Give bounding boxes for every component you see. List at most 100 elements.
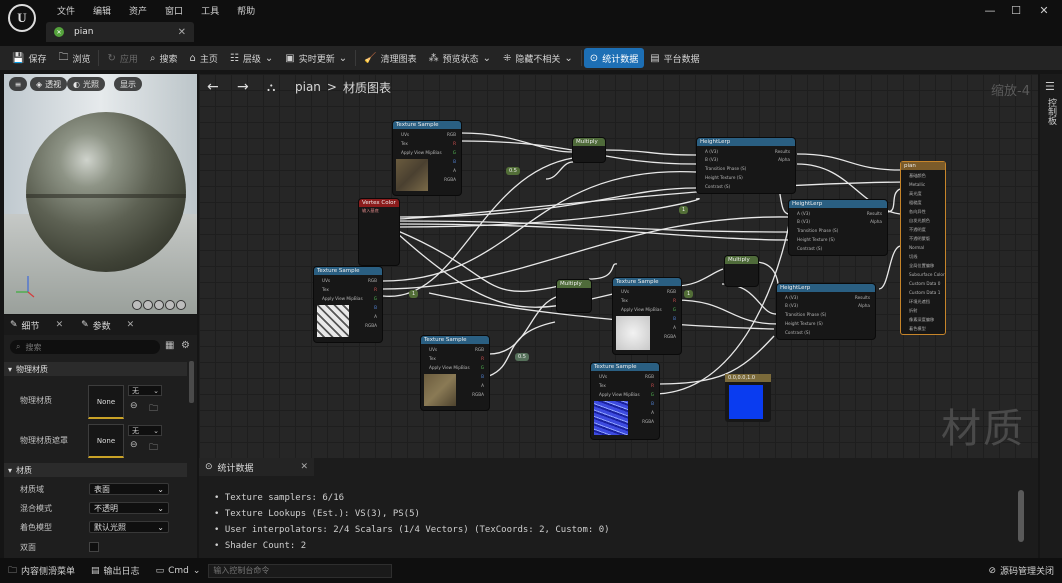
phys-mat-thumbnail[interactable]: None <box>88 385 124 419</box>
document-tab[interactable]: ✕ pian ✕ <box>46 22 194 42</box>
pin-g[interactable]: G <box>374 296 377 301</box>
pin-rgb[interactable]: RGB <box>368 278 377 283</box>
result-pin[interactable]: 着色模型 <box>909 326 926 332</box>
pin-uvs[interactable]: UVs <box>401 132 409 137</box>
browse-asset-icon[interactable]: 🗀 <box>149 401 158 417</box>
pin-uvs[interactable]: UVs <box>429 347 437 352</box>
pin-uvs[interactable]: UVs <box>599 374 607 379</box>
material-domain-select[interactable]: 表面 ⌄ <box>89 483 169 495</box>
table-view-icon[interactable]: ▦ <box>165 340 177 352</box>
color-constant-node[interactable]: 0.0,0.0,1.0 <box>725 374 771 422</box>
close-params-icon[interactable]: ✕ <box>127 320 135 330</box>
section-physical-material[interactable]: ▾ 物理材质 <box>4 362 187 376</box>
lit-button[interactable]: ◐ 光照 <box>67 77 105 91</box>
pin-b[interactable]: B <box>481 374 484 379</box>
browse-asset-icon[interactable]: 🗀 <box>149 440 158 456</box>
texture-sample-node[interactable]: Texture Sample UVs Tex Apply View MipBia… <box>314 267 382 342</box>
maximize-icon[interactable]: ☐ <box>1006 4 1026 20</box>
pin-height[interactable]: Height Texture (S) <box>797 237 835 242</box>
pin-apply-mip[interactable]: Apply View MipBias <box>322 296 363 301</box>
pin-g[interactable]: G <box>481 365 484 370</box>
menu-asset[interactable]: 资产 <box>120 3 156 18</box>
clean-graph-button[interactable]: 🧹 清理图表 <box>358 48 422 68</box>
pin-transition[interactable]: Transition Phase (S) <box>785 312 826 317</box>
console-command-input[interactable] <box>208 563 393 578</box>
result-pin[interactable]: Custom Data 1 <box>909 290 940 295</box>
multiply-node[interactable]: Multiply <box>725 256 758 286</box>
pin-contrast[interactable]: Contrast (S) <box>797 246 822 251</box>
pin-alpha[interactable]: Alpha <box>858 303 870 308</box>
result-pin[interactable]: 基础颜色 <box>909 173 926 179</box>
section-material[interactable]: ▾ 材质 <box>4 463 187 477</box>
home-button[interactable]: ⌂ 主页 <box>184 48 224 68</box>
result-pin[interactable]: Custom Data 0 <box>909 281 940 286</box>
use-selected-icon[interactable]: ⊖ <box>130 401 138 411</box>
pin-g[interactable]: G <box>673 307 676 312</box>
pin-results[interactable]: Results <box>775 149 790 154</box>
plane-icon[interactable] <box>154 300 164 310</box>
pin-b[interactable]: B <box>453 159 456 164</box>
show-button[interactable]: 显示 <box>114 77 142 91</box>
pin-a[interactable]: A (V3) <box>797 211 810 216</box>
pin-b[interactable]: B (V3) <box>785 303 798 308</box>
pin-rgba[interactable]: RGBA <box>444 177 456 182</box>
close-tab-icon[interactable]: ✕ <box>178 27 186 38</box>
material-graph-canvas[interactable]: ← → ⛬ pian > 材质图表 缩放-4 材质 Texture Sample… <box>199 74 1038 458</box>
details-search[interactable]: ⌕ <box>10 340 160 354</box>
output-log-button[interactable]: ▤ 输出日志 <box>83 564 148 578</box>
pin-b[interactable]: B <box>673 316 676 321</box>
multiply-node[interactable]: Multiply <box>573 138 605 162</box>
pin-uvs[interactable]: UVs <box>322 278 330 283</box>
pin-g[interactable]: G <box>453 150 456 155</box>
content-drawer-button[interactable]: 🗀 内容侧滑菜单 <box>0 563 83 579</box>
hierarchy-button[interactable]: ☷ 层级 ⌄ <box>224 48 279 68</box>
cylinder-icon[interactable] <box>132 300 142 310</box>
perspective-button[interactable]: ◈ 透视 <box>30 77 68 91</box>
menu-tools[interactable]: 工具 <box>192 3 228 18</box>
pin-r[interactable]: R <box>374 287 377 292</box>
pin-uvs[interactable]: UVs <box>621 289 629 294</box>
pin-rgba[interactable]: RGBA <box>664 334 676 339</box>
texture-sample-node[interactable]: Texture Sample UVs Tex Apply View MipBia… <box>613 278 681 354</box>
pin-alpha[interactable]: Alpha <box>778 157 790 162</box>
phys-mask-thumbnail[interactable]: None <box>88 424 124 458</box>
pin-a[interactable]: A <box>673 325 676 330</box>
pin-tex[interactable]: Tex <box>401 141 408 146</box>
mesh-icon[interactable] <box>176 300 186 310</box>
pin-alpha[interactable]: Alpha <box>870 219 882 224</box>
pin-rgba[interactable]: RGBA <box>642 419 654 424</box>
pin-transition[interactable]: Transition Phase (S) <box>705 166 746 171</box>
pin-tex[interactable]: Tex <box>599 383 606 388</box>
texture-sample-node[interactable]: Texture Sample UVs Tex Apply View MipBia… <box>421 336 489 410</box>
pin-r[interactable]: R <box>453 141 456 146</box>
settings-gear-icon[interactable]: ⚙ <box>181 340 193 352</box>
pin-b[interactable]: B <box>651 401 654 406</box>
pin-contrast[interactable]: Contrast (S) <box>705 184 730 189</box>
pin-tex[interactable]: Tex <box>621 298 628 303</box>
height-lerp-node[interactable]: HeightLerp A (V3) B (V3) Transition Phas… <box>697 138 795 193</box>
pin-a[interactable]: A <box>453 168 456 173</box>
vertex-color-node[interactable]: Vertex Color 输入基底 <box>359 199 399 265</box>
result-pin[interactable]: 各向异性 <box>909 209 926 215</box>
height-lerp-node[interactable]: HeightLerp A (V3) B (V3) Transition Phas… <box>789 200 887 255</box>
source-control-button[interactable]: ⊘ 源码管理关闭 <box>980 564 1062 578</box>
pin-rgb[interactable]: RGB <box>645 374 654 379</box>
cube-icon[interactable] <box>165 300 175 310</box>
details-scrollbar[interactable] <box>189 361 194 403</box>
pin-rgba[interactable]: RGBA <box>472 392 484 397</box>
tab-params[interactable]: ✎ 参数 ✕ <box>75 319 146 332</box>
save-button[interactable]: 💾 保存 <box>6 48 52 68</box>
result-pin[interactable]: 环境光遮挡 <box>909 299 930 305</box>
texture-sample-node[interactable]: Texture Sample UVs Tex Apply View MipBia… <box>591 363 659 439</box>
menu-file[interactable]: 文件 <box>48 3 84 18</box>
pin-apply-mip[interactable]: Apply View MipBias <box>429 365 470 370</box>
pin-r[interactable]: R <box>651 383 654 388</box>
pin-a[interactable]: A (V3) <box>785 295 798 300</box>
close-stats-icon[interactable]: ✕ <box>300 462 308 472</box>
pin-apply-mip[interactable]: Apply View MipBias <box>621 307 662 312</box>
pin-rgb[interactable]: RGB <box>447 132 456 137</box>
multiply-node[interactable]: Multiply <box>557 280 591 312</box>
menu-help[interactable]: 帮助 <box>228 3 264 18</box>
pin-results[interactable]: Results <box>855 295 870 300</box>
scalar-constant-node[interactable]: 0.5 <box>506 167 520 175</box>
